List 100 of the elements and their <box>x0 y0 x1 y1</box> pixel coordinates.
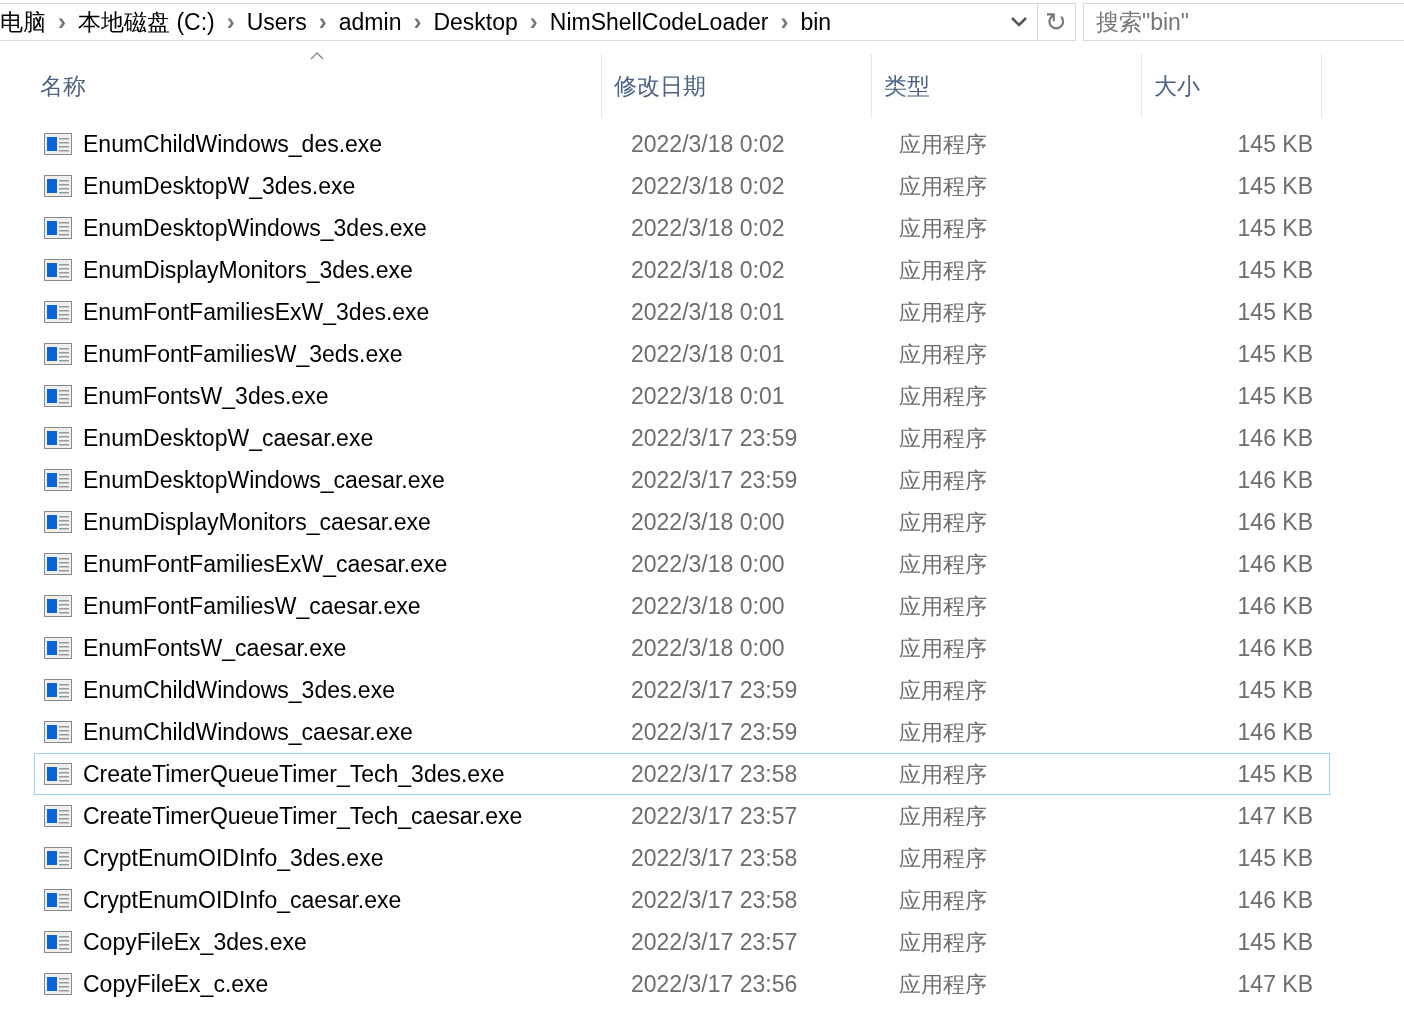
column-header[interactable]: 名称 <box>18 54 602 118</box>
file-type: 应用程序 <box>898 298 988 327</box>
file-row[interactable]: EnumDesktopW_caesar.exe 2022/3/17 23:59 应用程序 146 KB <box>34 417 1330 459</box>
file-size: 146 KB <box>1236 423 1314 453</box>
file-size: 146 KB <box>1236 717 1314 747</box>
file-row[interactable]: EnumFontFamiliesExW_caesar.exe 2022/3/18 0:00 应用程序 146 KB <box>34 543 1330 585</box>
file-name: EnumFontsW_caesar.exe <box>83 633 347 663</box>
file-row[interactable]: EnumDisplayMonitors_3des.exe 2022/3/18 0:02 应用程序 145 KB <box>34 249 1330 291</box>
file-type: 应用程序 <box>898 466 988 495</box>
file-row[interactable]: EnumDisplayMonitors_caesar.exe 2022/3/18 0:00 应用程序 146 KB <box>34 501 1330 543</box>
file-name: CreateTimerQueueTimer_Tech_caesar.exe <box>83 801 523 831</box>
file-size: 145 KB <box>1236 927 1314 957</box>
file-name: CryptEnumOIDInfo_caesar.exe <box>83 885 402 915</box>
modified-date: 2022/3/18 0:00 <box>630 507 786 537</box>
file-row[interactable]: EnumDesktopWindows_3des.exe 2022/3/18 0:02 应用程序 145 KB <box>34 207 1330 249</box>
modified-date: 2022/3/17 23:56 <box>630 969 799 999</box>
modified-date: 2022/3/18 0:02 <box>630 255 786 285</box>
file-name: EnumFontFamiliesExW_3des.exe <box>83 297 430 327</box>
dropdown-chevron-icon[interactable] <box>1009 15 1030 29</box>
search-field[interactable]: 搜索"bin" <box>1083 3 1404 41</box>
modified-date: 2022/3/17 23:58 <box>630 843 799 873</box>
breadcrumb-item[interactable]: admin <box>338 4 402 40</box>
application-icon <box>44 679 72 701</box>
file-row[interactable]: EnumFontsW_3des.exe 2022/3/18 0:01 应用程序 145 KB <box>34 375 1330 417</box>
breadcrumb-separator[interactable]: › <box>306 4 339 40</box>
application-icon <box>44 175 72 197</box>
file-type: 应用程序 <box>898 676 988 705</box>
file-type: 应用程序 <box>898 256 988 285</box>
application-icon <box>44 931 72 953</box>
file-name: EnumChildWindows_des.exe <box>83 129 383 159</box>
file-name: EnumFontFamiliesW_caesar.exe <box>83 591 421 621</box>
application-icon <box>44 637 72 659</box>
breadcrumb-item[interactable]: Users <box>246 4 307 40</box>
address-bar[interactable]: 电脑 › 本地磁盘 (C:) › Users › admin › Desktop › NimShellCodeLoader › bin <box>0 3 1039 41</box>
modified-date: 2022/3/18 0:00 <box>630 591 786 621</box>
file-size: 146 KB <box>1236 507 1314 537</box>
breadcrumb-separator[interactable]: › <box>401 4 434 40</box>
breadcrumb-separator[interactable]: › <box>46 4 78 40</box>
application-icon <box>44 217 72 239</box>
file-row[interactable]: CreateTimerQueueTimer_Tech_3des.exe 2022/3/17 23:58 应用程序 145 KB <box>34 753 1330 795</box>
modified-date: 2022/3/18 0:01 <box>630 339 786 369</box>
file-name: EnumDisplayMonitors_3des.exe <box>83 255 413 285</box>
file-type: 应用程序 <box>898 172 988 201</box>
file-row[interactable]: EnumChildWindows_des.exe 2022/3/18 0:02 应用程序 145 KB <box>34 123 1330 165</box>
breadcrumb-item[interactable]: 本地磁盘 (C:) <box>78 4 215 40</box>
file-size: 145 KB <box>1236 213 1314 243</box>
breadcrumb-item[interactable]: bin <box>800 4 832 40</box>
file-row[interactable]: CopyFileEx_c.exe 2022/3/17 23:56 应用程序 147 KB <box>34 963 1330 1005</box>
modified-date: 2022/3/17 23:59 <box>630 465 799 495</box>
file-name: CopyFileEx_3des.exe <box>83 927 307 957</box>
application-icon <box>44 721 72 743</box>
file-row[interactable]: EnumFontFamiliesExW_3des.exe 2022/3/18 0:01 应用程序 145 KB <box>34 291 1330 333</box>
file-row[interactable]: EnumFontFamiliesW_caesar.exe 2022/3/18 0:00 应用程序 146 KB <box>34 585 1330 627</box>
file-type: 应用程序 <box>898 886 988 915</box>
application-icon <box>44 385 72 407</box>
file-row[interactable]: CreateTimerQueueTimer_Tech_caesar.exe 2022/3/17 23:57 应用程序 147 KB <box>34 795 1330 837</box>
file-size: 146 KB <box>1236 549 1314 579</box>
file-row[interactable]: CryptEnumOIDInfo_3des.exe 2022/3/17 23:58 应用程序 145 KB <box>34 837 1330 879</box>
column-header[interactable]: 类型 <box>872 54 1142 118</box>
application-icon <box>44 427 72 449</box>
breadcrumb-item[interactable]: 电脑 <box>0 4 46 40</box>
file-row[interactable]: EnumDesktopWindows_caesar.exe 2022/3/17 23:59 应用程序 146 KB <box>34 459 1330 501</box>
file-row[interactable]: EnumChildWindows_caesar.exe 2022/3/17 23:59 应用程序 146 KB <box>34 711 1330 753</box>
breadcrumb-separator[interactable]: › <box>768 4 801 40</box>
column-header[interactable]: 修改日期 <box>602 54 872 118</box>
application-icon <box>44 259 72 281</box>
file-name: EnumDesktopWindows_caesar.exe <box>83 465 445 495</box>
application-icon <box>44 595 72 617</box>
breadcrumb-item[interactable]: NimShellCodeLoader <box>549 4 769 40</box>
file-row[interactable]: EnumFontFamiliesW_3eds.exe 2022/3/18 0:01 应用程序 145 KB <box>34 333 1330 375</box>
file-type: 应用程序 <box>898 130 988 159</box>
file-type: 应用程序 <box>898 634 988 663</box>
application-icon <box>44 301 72 323</box>
file-size: 145 KB <box>1236 759 1314 789</box>
file-name: EnumFontsW_3des.exe <box>83 381 329 411</box>
file-size: 147 KB <box>1236 969 1314 999</box>
application-icon <box>44 763 72 785</box>
file-name: CreateTimerQueueTimer_Tech_3des.exe <box>83 759 505 789</box>
refresh-button[interactable]: ↻ <box>1038 3 1076 41</box>
file-row[interactable]: CopyFileEx_3des.exe 2022/3/17 23:57 应用程序 145 KB <box>34 921 1330 963</box>
file-row[interactable]: EnumDesktopW_3des.exe 2022/3/18 0:02 应用程序 145 KB <box>34 165 1330 207</box>
application-icon <box>44 343 72 365</box>
file-row[interactable]: CryptEnumOIDInfo_caesar.exe 2022/3/17 23:58 应用程序 146 KB <box>34 879 1330 921</box>
file-type: 应用程序 <box>898 592 988 621</box>
file-type: 应用程序 <box>898 802 988 831</box>
file-size: 146 KB <box>1236 885 1314 915</box>
file-size: 146 KB <box>1236 465 1314 495</box>
file-row[interactable]: EnumFontsW_caesar.exe 2022/3/18 0:00 应用程序 146 KB <box>34 627 1330 669</box>
sort-ascending-icon <box>309 52 324 60</box>
application-icon <box>44 553 72 575</box>
file-size: 145 KB <box>1236 255 1314 285</box>
application-icon <box>44 133 72 155</box>
modified-date: 2022/3/18 0:01 <box>630 297 786 327</box>
column-header[interactable]: 大小 <box>1142 54 1322 118</box>
breadcrumb-item[interactable]: Desktop <box>433 4 518 40</box>
file-row[interactable]: EnumChildWindows_3des.exe 2022/3/17 23:59 应用程序 145 KB <box>34 669 1330 711</box>
file-name: EnumDesktopWindows_3des.exe <box>83 213 427 243</box>
breadcrumb-separator[interactable]: › <box>517 4 550 40</box>
breadcrumb-separator[interactable]: › <box>214 4 247 40</box>
application-icon <box>44 511 72 533</box>
